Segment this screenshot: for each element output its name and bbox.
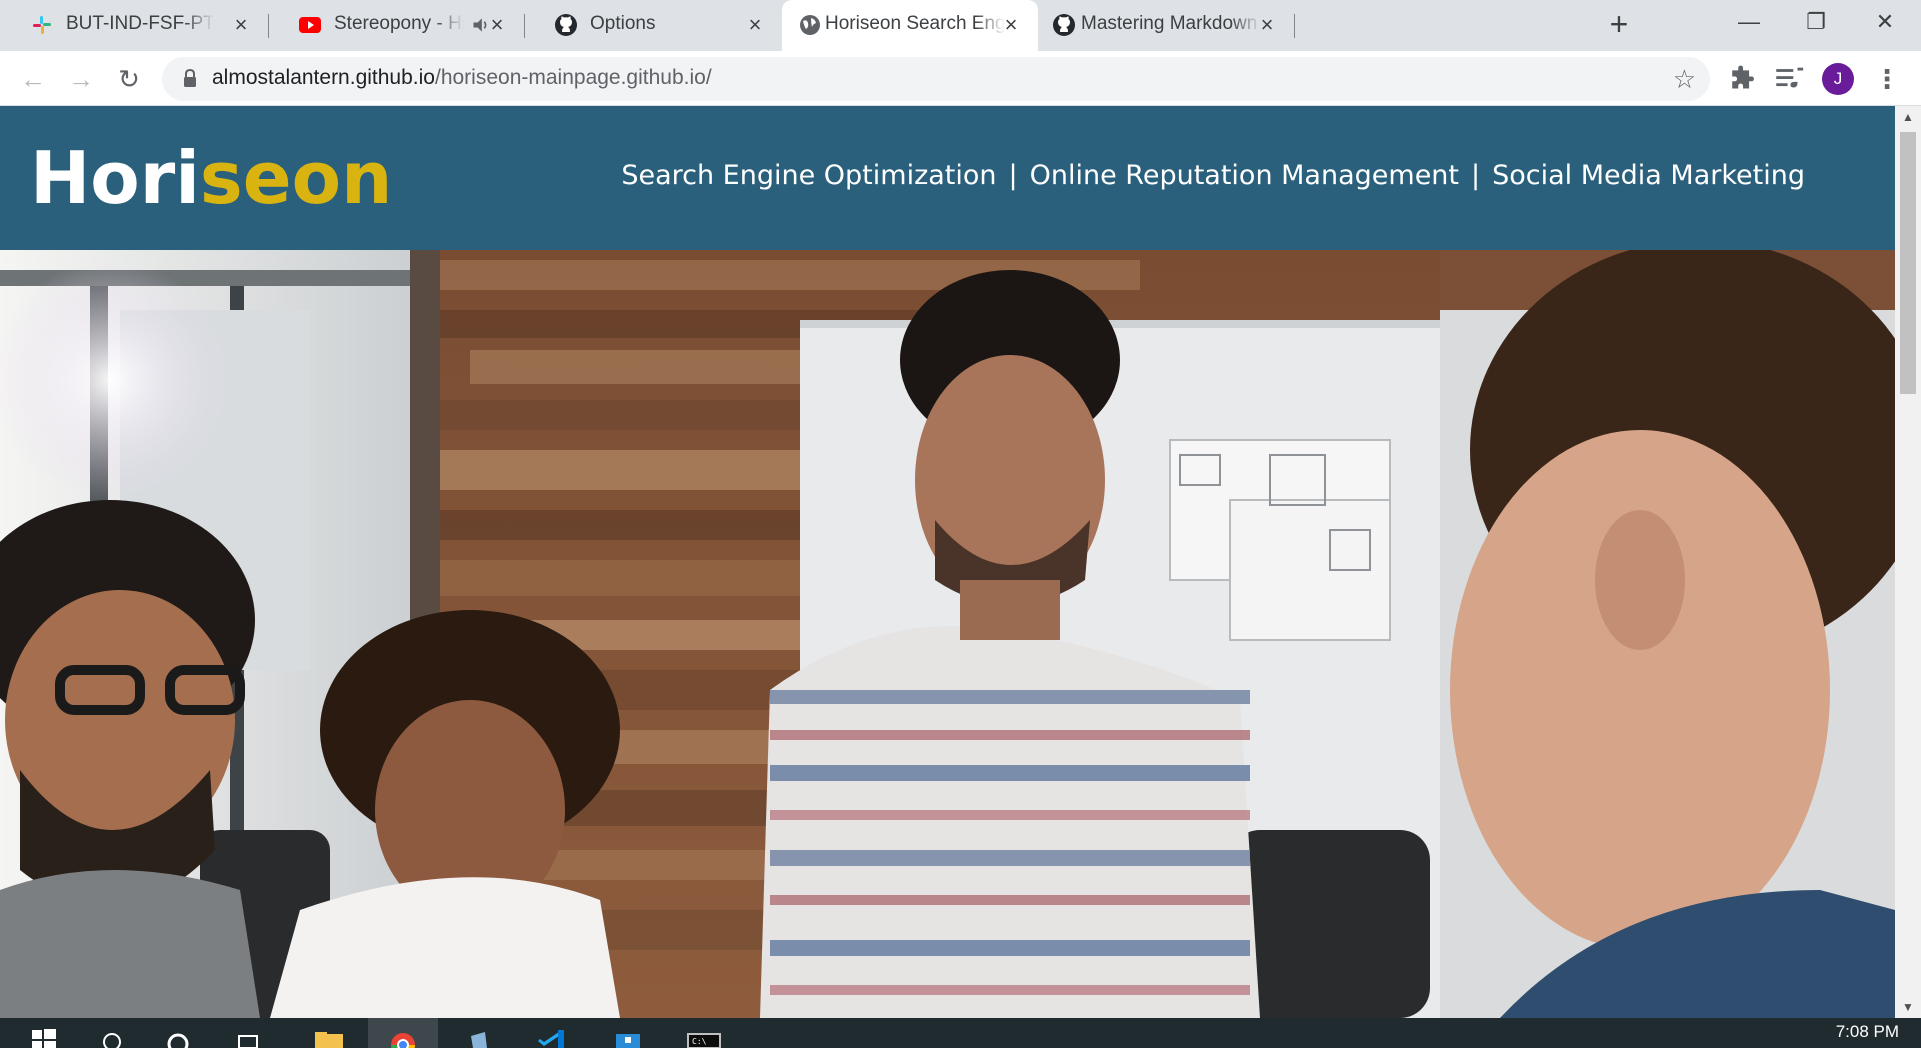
hero-image xyxy=(0,250,1895,1018)
file-explorer-icon[interactable] xyxy=(293,1018,363,1048)
tab-title: BUT-IND-FSF-PT-09-2020-U xyxy=(66,13,214,35)
chrome-icon[interactable] xyxy=(368,1018,438,1048)
url-text: almostalantern.github.io/horiseon-mainpa… xyxy=(212,66,712,90)
page-scrollbar[interactable]: ▲ ▼ xyxy=(1895,106,1921,1018)
reload-button[interactable]: ↻ xyxy=(111,61,147,97)
url-path: /horiseon-mainpage.github.io/ xyxy=(434,66,712,89)
address-bar[interactable]: almostalantern.github.io/horiseon-mainpa… xyxy=(162,57,1710,101)
browser-tab-active[interactable]: Horiseon Search Engine Op × xyxy=(782,0,1038,51)
new-tab-button[interactable]: + xyxy=(1602,8,1636,42)
screen: BUT-IND-FSF-PT-09-2020-U × Stereopony - … xyxy=(0,0,1921,1048)
windows-taskbar: C:\ 7:08 PM xyxy=(0,1018,1921,1048)
cortana-icon[interactable] xyxy=(143,1018,213,1048)
tab-title: Mastering Markdown · GitH xyxy=(1081,13,1261,35)
notepad-icon[interactable] xyxy=(443,1018,513,1048)
logo-part-1: Hori xyxy=(30,136,200,220)
github-icon xyxy=(555,14,577,36)
tab-strip: BUT-IND-FSF-PT-09-2020-U × Stereopony - … xyxy=(0,0,1921,51)
vscode-icon[interactable] xyxy=(518,1018,588,1048)
menu-icon[interactable]: ⋮ xyxy=(1870,62,1904,96)
close-tab-icon[interactable]: × xyxy=(998,12,1024,38)
minimize-button[interactable]: — xyxy=(1716,0,1782,44)
nav-link-reputation[interactable]: Online Reputation Management xyxy=(1030,160,1459,191)
page-viewport: Horiseon Search Engine Optimization | On… xyxy=(0,106,1895,1018)
url-host: almostalantern.github.io xyxy=(212,66,435,89)
back-button[interactable]: ← xyxy=(15,61,51,97)
close-tab-icon[interactable]: × xyxy=(228,12,254,38)
profile-avatar[interactable]: J xyxy=(1822,63,1854,95)
youtube-icon xyxy=(299,17,321,33)
browser-toolbar: ← → ↻ almostalantern.github.io/horiseon-… xyxy=(0,51,1921,106)
forward-button[interactable]: → xyxy=(63,61,99,97)
svg-text:C:\: C:\ xyxy=(692,1037,707,1046)
close-window-button[interactable]: ✕ xyxy=(1852,0,1918,44)
site-nav: Search Engine Optimization | Online Repu… xyxy=(621,160,1805,191)
close-tab-icon[interactable]: × xyxy=(1254,12,1280,38)
taskbar-clock[interactable]: 7:08 PM xyxy=(1836,1022,1899,1042)
tab-separator xyxy=(1294,14,1295,38)
nav-separator: | xyxy=(1008,160,1018,191)
restore-button[interactable]: ❐ xyxy=(1783,0,1849,44)
site-header: Horiseon Search Engine Optimization | On… xyxy=(0,106,1895,250)
windows-start-icon[interactable] xyxy=(8,1018,78,1048)
puzzle-icon[interactable] xyxy=(1725,62,1759,96)
nav-separator: | xyxy=(1471,160,1481,191)
browser-tab[interactable]: Options × xyxy=(524,0,782,51)
browser-tab[interactable]: Mastering Markdown · GitH × xyxy=(1038,0,1294,51)
globe-icon xyxy=(800,15,820,35)
terminal-icon[interactable]: C:\ xyxy=(668,1018,738,1048)
bookmark-star-icon[interactable]: ☆ xyxy=(1673,64,1696,95)
media-control-icon[interactable] xyxy=(1772,62,1806,96)
browser-tab[interactable]: BUT-IND-FSF-PT-09-2020-U × xyxy=(0,0,268,51)
browser-tab[interactable]: Stereopony - Hitohira N × xyxy=(268,0,524,51)
scroll-up-arrow[interactable]: ▲ xyxy=(1895,106,1921,128)
nav-link-seo[interactable]: Search Engine Optimization xyxy=(621,160,996,191)
scrollbar-thumb[interactable] xyxy=(1900,132,1916,394)
logo-part-2: seon xyxy=(199,136,393,220)
slack-icon xyxy=(33,16,51,34)
tab-title: Stereopony - Hitohira N xyxy=(334,13,464,35)
close-tab-icon[interactable]: × xyxy=(742,12,768,38)
close-tab-icon[interactable]: × xyxy=(484,12,510,38)
site-logo[interactable]: Horiseon xyxy=(30,136,392,220)
task-view-icon[interactable] xyxy=(213,1018,283,1048)
tab-title: Horiseon Search Engine Op xyxy=(825,13,1005,35)
tab-title: Options xyxy=(590,13,728,35)
github-icon xyxy=(1053,14,1075,36)
app-icon[interactable] xyxy=(593,1018,663,1048)
lock-icon[interactable] xyxy=(182,69,198,89)
hero-illustration xyxy=(0,250,1895,1018)
nav-link-social[interactable]: Social Media Marketing xyxy=(1492,160,1805,191)
search-icon[interactable] xyxy=(78,1018,148,1048)
scroll-down-arrow[interactable]: ▼ xyxy=(1895,996,1921,1018)
